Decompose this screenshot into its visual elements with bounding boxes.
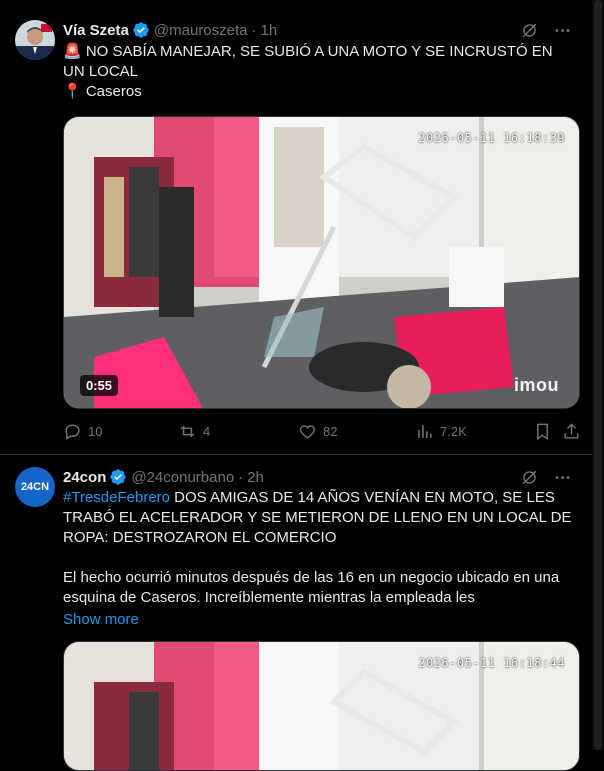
scrollbar-thumb[interactable]: [594, 0, 602, 750]
video-timestamp: 2026-05-11 16:18:39: [418, 131, 565, 145]
author-handle[interactable]: @24conurbano: [131, 469, 234, 486]
verified-badge-icon: [110, 469, 127, 485]
header-actions: [520, 468, 572, 487]
scrollbar[interactable]: [592, 0, 604, 750]
show-more-link[interactable]: Show more: [63, 611, 139, 628]
header-actions: [520, 21, 572, 40]
tweet-text: 🚨 NO SABÍA MANEJAR, SE SUBIÓ A UNA MOTO …: [63, 42, 575, 102]
avatar[interactable]: [15, 20, 55, 60]
like-count: 82: [323, 424, 338, 439]
tweet-1[interactable]: Vía Szeta @mauroszeta · 1h 🚨 NO SABÍA MA…: [0, 0, 592, 455]
separator-dot: ·: [251, 21, 257, 39]
author-name[interactable]: 24con: [63, 469, 106, 486]
video-player[interactable]: 2026-05-11 16:18:39 imou 0:55: [63, 116, 580, 409]
bookmark-button[interactable]: [533, 422, 552, 441]
tweet-2[interactable]: 24CN 24con @24conurbano · 2h #TresdeFebr…: [0, 455, 592, 771]
like-button[interactable]: 82: [298, 422, 337, 441]
more-options-icon[interactable]: [553, 21, 572, 40]
post-time[interactable]: 1h: [260, 22, 277, 39]
tweet-header: 24con @24conurbano · 2h: [63, 467, 264, 487]
post-time[interactable]: 2h: [247, 469, 264, 486]
tweet-text: #TresdeFebrero DOS AMIGAS DE 14 AÑOS VEN…: [63, 488, 575, 608]
author-handle[interactable]: @mauroszeta: [154, 22, 248, 39]
author-name[interactable]: Vía Szeta: [63, 22, 129, 39]
tweet-body: El hecho ocurrió minutos después de las …: [63, 569, 564, 606]
share-button[interactable]: [562, 422, 581, 441]
hashtag-link[interactable]: #TresdeFebrero: [63, 489, 170, 506]
tweet-headline: 🚨 NO SABÍA MANEJAR, SE SUBIÓ A UNA MOTO …: [63, 43, 557, 80]
video-duration: 0:55: [80, 375, 119, 396]
more-options-icon[interactable]: [553, 468, 572, 487]
verified-badge-icon: [133, 22, 149, 38]
avatar[interactable]: 24CN: [15, 467, 55, 507]
share-icon: [564, 423, 579, 439]
view-count: 7.2K: [440, 424, 467, 439]
video-frame: [64, 117, 579, 408]
video-watermark: imou: [514, 375, 559, 395]
avatar-logo-text: 24CN: [20, 481, 50, 493]
tweet-header: Vía Szeta @mauroszeta · 1h: [63, 20, 277, 40]
grok-icon[interactable]: [520, 468, 539, 487]
tweet-actions: 10 4 82 7.2K: [63, 422, 580, 442]
reply-icon: [65, 424, 80, 441]
views-button[interactable]: 7.2K: [415, 422, 467, 441]
repost-icon: [180, 425, 195, 438]
reply-count: 10: [88, 424, 103, 439]
video-timestamp: 2026-05-11 16:18:44: [418, 656, 565, 670]
views-icon: [418, 425, 432, 438]
separator-dot: ·: [238, 468, 244, 486]
reply-button[interactable]: 10: [63, 422, 102, 441]
repost-count: 4: [203, 424, 211, 439]
grok-icon[interactable]: [520, 21, 539, 40]
bookmark-icon: [537, 423, 548, 440]
repost-button[interactable]: 4: [178, 422, 210, 441]
tweet-location: 📍 Caseros: [63, 83, 142, 100]
heart-icon: [299, 425, 316, 439]
video-player[interactable]: 2026-05-11 16:18:44: [63, 641, 580, 771]
